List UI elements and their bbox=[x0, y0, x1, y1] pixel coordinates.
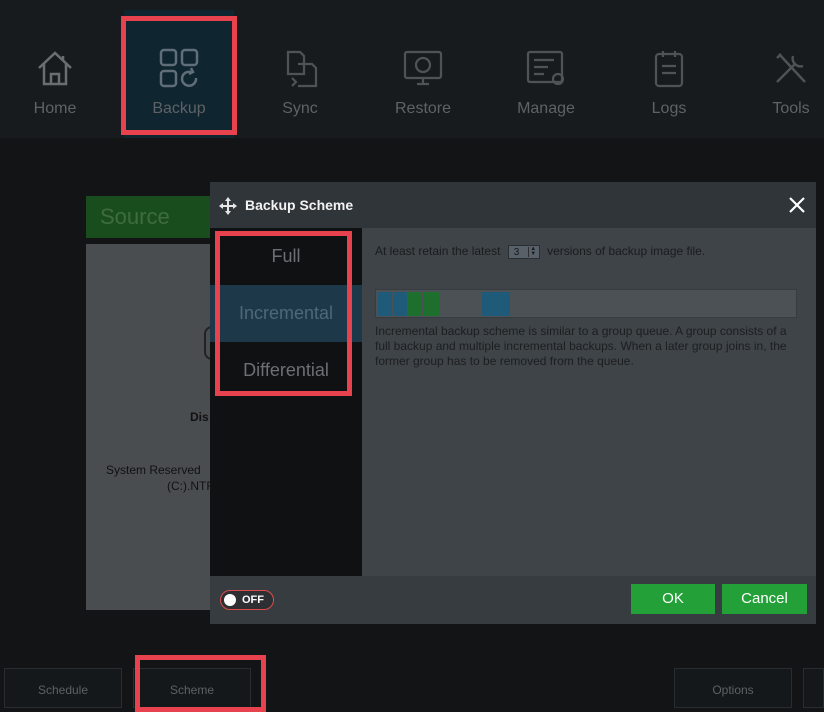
next-button[interactable] bbox=[803, 668, 824, 708]
tools-icon bbox=[769, 46, 813, 90]
retain-count-value: 3 bbox=[513, 246, 520, 258]
nav-manage[interactable]: Manage bbox=[491, 0, 601, 138]
scheme-item-incremental[interactable]: Incremental bbox=[210, 285, 362, 342]
nav-backup-label: Backup bbox=[152, 100, 206, 117]
nav-restore-label: Restore bbox=[394, 100, 452, 117]
retain-row: At least retain the latest 3 ▲ ▼ versions … bbox=[375, 244, 705, 259]
retain-prefix: At least retain the latest bbox=[375, 244, 501, 258]
backup-scheme-dialog: Backup Scheme Full Incremental Different… bbox=[210, 182, 816, 624]
scheme-toggle[interactable]: OFF bbox=[220, 590, 274, 610]
nav-logs-label: Logs bbox=[651, 100, 687, 117]
dialog-footer: OFF OK Cancel bbox=[210, 576, 816, 624]
diagram-block-incremental bbox=[408, 292, 422, 316]
scheme-description: Incremental backup scheme is similar to … bbox=[375, 324, 787, 368]
diagram-block bbox=[393, 292, 407, 316]
toggle-knob bbox=[224, 594, 236, 606]
retain-suffix: versions of backup image file. bbox=[547, 244, 706, 258]
manage-icon bbox=[524, 46, 568, 90]
home-icon bbox=[33, 46, 77, 90]
close-icon[interactable] bbox=[786, 194, 808, 216]
nav-sync-label: Sync bbox=[282, 100, 318, 117]
dialog-title-bar[interactable]: Backup Scheme bbox=[210, 182, 816, 228]
logs-icon bbox=[647, 46, 691, 90]
scheme-item-full[interactable]: Full bbox=[210, 228, 362, 285]
scheme-list: Full Incremental Differential bbox=[210, 228, 362, 576]
dialog-title: Backup Scheme bbox=[245, 197, 354, 213]
diagram-block-new-group bbox=[482, 292, 510, 316]
diagram-block-incremental bbox=[423, 292, 439, 316]
scheme-diagram bbox=[375, 289, 797, 318]
nav-sync[interactable]: Sync bbox=[245, 0, 355, 138]
schedule-button[interactable]: Schedule bbox=[4, 668, 122, 708]
partition-label-1: System Reserved bbox=[106, 463, 201, 477]
scheme-button[interactable]: Scheme bbox=[133, 668, 251, 708]
nav-logs[interactable]: Logs bbox=[614, 0, 724, 138]
scheme-content: At least retain the latest 3 ▲ ▼ versions … bbox=[362, 228, 816, 576]
nav-tools[interactable]: Tools bbox=[736, 0, 824, 138]
nav-tools-label: Tools bbox=[772, 100, 810, 117]
ok-button[interactable]: OK bbox=[631, 584, 715, 614]
move-arrows-icon bbox=[218, 196, 238, 216]
options-button[interactable]: Options bbox=[674, 668, 792, 708]
nav-manage-label: Manage bbox=[517, 100, 575, 117]
nav-home[interactable]: Home bbox=[0, 0, 110, 138]
stepper-arrows-icon[interactable]: ▲ ▼ bbox=[527, 246, 538, 257]
partition-label-2: (C:).NTF bbox=[167, 479, 214, 493]
nav-restore[interactable]: Restore bbox=[368, 0, 478, 138]
diagram-block-full bbox=[378, 292, 392, 316]
restore-icon bbox=[401, 46, 445, 90]
top-navigation-bar: Home Backup Sync Restore Manage Logs Too… bbox=[0, 0, 824, 138]
backup-icon bbox=[157, 46, 201, 90]
source-panel[interactable] bbox=[86, 244, 212, 610]
sync-icon bbox=[278, 46, 322, 90]
toggle-label: OFF bbox=[242, 594, 264, 606]
cancel-button[interactable]: Cancel bbox=[722, 584, 807, 614]
disk-label: Dis bbox=[190, 410, 209, 424]
retain-count-stepper[interactable]: 3 ▲ ▼ bbox=[507, 244, 540, 259]
source-tab[interactable]: Source bbox=[86, 196, 212, 238]
scheme-item-differential[interactable]: Differential bbox=[210, 342, 362, 399]
nav-backup[interactable]: Backup bbox=[124, 0, 234, 138]
nav-home-label: Home bbox=[33, 100, 77, 117]
